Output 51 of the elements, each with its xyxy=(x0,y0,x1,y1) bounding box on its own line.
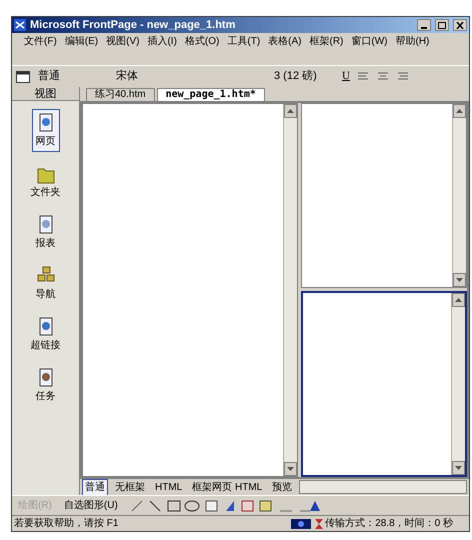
view-button[interactable]: 导航 xyxy=(32,262,60,305)
view-mode-tab[interactable]: 预览 xyxy=(269,478,296,496)
down-arrow-icon[interactable] xyxy=(455,466,462,470)
view-button[interactable]: 报表 xyxy=(32,211,60,254)
style-dropdown[interactable]: 普通 xyxy=(38,68,108,85)
view-mode-tab[interactable]: 无框架 xyxy=(112,478,148,496)
close-icon[interactable] xyxy=(453,19,467,31)
menu-item[interactable]: 工具(T) xyxy=(227,35,260,49)
scrollbar[interactable] xyxy=(452,104,466,286)
table-icon[interactable] xyxy=(16,70,30,82)
align-icons[interactable] xyxy=(358,72,408,82)
menu-item[interactable]: 表格(A) xyxy=(268,35,302,49)
down-arrow-icon[interactable] xyxy=(456,278,463,282)
minimize-icon[interactable] xyxy=(417,19,431,31)
down-arrow-icon[interactable] xyxy=(287,467,294,471)
menu-item[interactable]: 帮助(H) xyxy=(396,35,430,49)
menu-item[interactable]: 编辑(E) xyxy=(64,35,98,49)
up-arrow-icon[interactable] xyxy=(455,298,462,302)
drawing-tools-icons[interactable] xyxy=(130,498,320,512)
autoshapes-menu[interactable]: 自选图形(U) xyxy=(64,498,118,513)
menu-item[interactable]: 视图(V) xyxy=(106,35,140,49)
menu-item[interactable]: 格式(O) xyxy=(184,35,220,49)
transfer-status: 传输方式：28.8，时间：0 秒 xyxy=(325,516,453,531)
underline-button[interactable]: U xyxy=(342,68,350,85)
document-tab[interactable]: 练习40.htm xyxy=(86,88,155,101)
app-icon xyxy=(14,19,26,31)
font-dropdown[interactable]: 宋体 xyxy=(116,68,266,85)
document-tab[interactable]: new_page_1.htm* xyxy=(156,88,265,101)
view-mode-tab[interactable]: HTML xyxy=(152,478,186,496)
help-hint: 若要获取帮助，请按 F1 xyxy=(14,516,120,531)
scrollbar[interactable] xyxy=(451,292,465,475)
up-arrow-icon[interactable] xyxy=(456,109,463,113)
menu-item[interactable]: 窗口(W) xyxy=(351,35,388,49)
window-title: Microsoft FrontPage - new_page_1.htm xyxy=(30,18,236,33)
view-button[interactable]: 网页 xyxy=(32,109,60,152)
view-button[interactable]: 超链接 xyxy=(26,313,64,356)
view-mode-tab[interactable]: 框架网页 HTML xyxy=(189,478,266,496)
scrollbar[interactable] xyxy=(283,104,297,476)
up-arrow-icon[interactable] xyxy=(287,109,294,113)
menu-item[interactable]: 框架(R) xyxy=(310,35,344,49)
view-button[interactable]: 任务 xyxy=(32,364,60,407)
menu-item[interactable]: 插入(I) xyxy=(147,35,177,49)
frame[interactable] xyxy=(301,290,467,477)
size-dropdown[interactable]: 3 (12 磅) xyxy=(274,68,334,85)
connection-icon xyxy=(291,518,312,528)
view-mode-tab[interactable]: 普通 xyxy=(82,478,108,496)
hourglass-icon xyxy=(315,518,324,528)
view-button[interactable]: 文件夹 xyxy=(26,160,64,203)
menu-item[interactable]: 文件(F) xyxy=(24,35,57,49)
maximize-icon[interactable] xyxy=(435,19,449,31)
horizontal-scrollbar[interactable] xyxy=(299,480,467,494)
